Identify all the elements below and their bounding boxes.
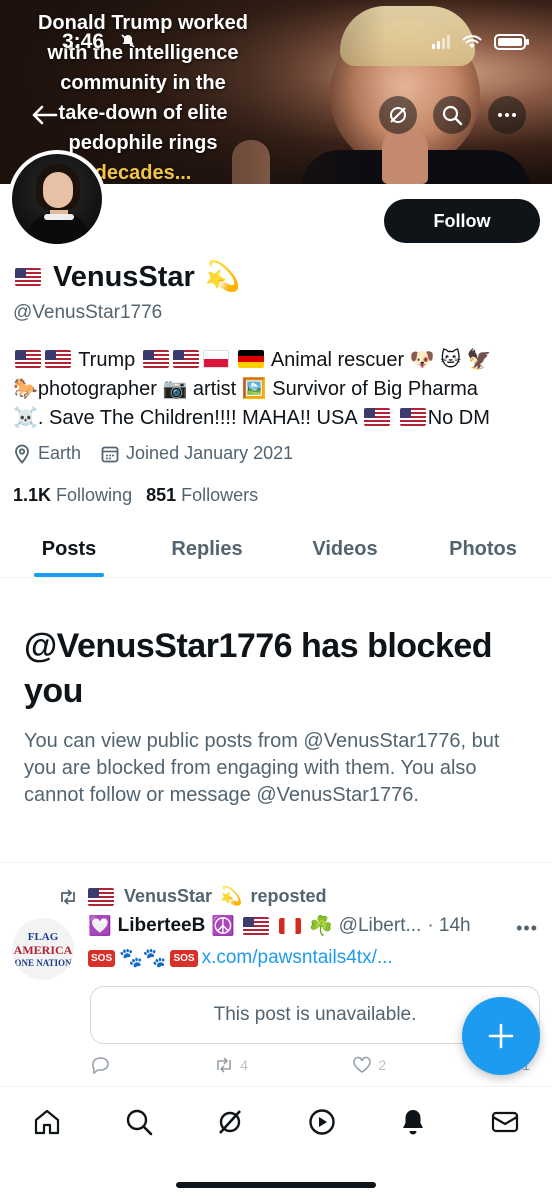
join-date: Joined January 2021 xyxy=(101,443,293,464)
display-name: VenusStar 💫 xyxy=(13,260,241,294)
grok-icon xyxy=(390,107,406,123)
dizzy-emoji: 💫 xyxy=(204,261,241,293)
divider xyxy=(0,862,552,863)
us-flag-icon xyxy=(399,408,426,426)
post-header: 💟 LiberteeB ☮️ ☘️ @Libert... · 14h xyxy=(88,915,471,937)
tab-posts[interactable]: Posts xyxy=(0,522,138,577)
sos-icon: SOS xyxy=(88,949,116,967)
messages-envelope-icon[interactable] xyxy=(488,1105,522,1139)
status-indicators xyxy=(432,34,529,50)
post-more-icon[interactable]: ••• xyxy=(516,918,538,939)
poland-flag-icon xyxy=(202,350,229,368)
tab-videos[interactable]: Videos xyxy=(276,522,414,577)
blocked-title: @VenusStar1776 has blocked you xyxy=(24,627,493,710)
like-button[interactable]: 2 xyxy=(352,1056,386,1074)
followers-link[interactable]: 851 Followers xyxy=(146,485,258,506)
profile-avatar[interactable] xyxy=(8,150,106,248)
us-flag-icon xyxy=(364,408,391,426)
grok-button[interactable] xyxy=(379,96,417,134)
battery-icon xyxy=(494,34,529,50)
post-text: SOS 🐾🐾 SOS x.com/pawsntails4tx/... xyxy=(88,946,393,970)
us-flag-icon xyxy=(45,350,71,368)
us-flag-icon xyxy=(242,917,269,935)
repost-icon xyxy=(217,1057,232,1073)
compose-post-button[interactable] xyxy=(462,997,540,1075)
bio-line-2: 🐎photographer 📷 artist 🖼️ Survivor of Bi… xyxy=(13,378,478,400)
us-flag-icon xyxy=(172,350,199,368)
home-icon[interactable] xyxy=(30,1105,64,1139)
search-icon[interactable] xyxy=(122,1105,156,1139)
germany-flag-icon xyxy=(238,350,265,368)
us-flag-icon xyxy=(15,268,41,286)
sos-icon: SOS xyxy=(170,949,198,967)
avatar-photo xyxy=(12,154,102,244)
bio-line-3: ☠️. Save The Children!!!! MAHA!! USA No … xyxy=(13,407,490,429)
profile-handle: @VenusStar1776 xyxy=(13,302,163,323)
profile-meta: Earth Joined January 2021 xyxy=(13,443,293,464)
us-flag-icon xyxy=(142,350,169,368)
tab-photos[interactable]: Photos xyxy=(414,522,552,577)
location: Earth xyxy=(13,443,81,464)
reply-button[interactable] xyxy=(90,1056,110,1074)
follow-stats: 1.1K Following 851 Followers xyxy=(13,485,258,506)
heart-icon xyxy=(353,1056,372,1073)
profile-tabs: Posts Replies Videos Photos xyxy=(0,522,552,578)
plus-icon xyxy=(488,1023,514,1049)
location-pin-icon xyxy=(15,444,29,464)
wifi-icon xyxy=(462,35,482,48)
back-arrow-icon[interactable] xyxy=(26,97,62,133)
repost-icon xyxy=(61,888,75,905)
blocked-description: You can view public posts from @VenusSta… xyxy=(24,730,500,806)
post-link[interactable]: x.com/pawsntails4tx/... xyxy=(202,947,393,969)
post-author-name[interactable]: LiberteeB xyxy=(118,915,206,937)
us-flag-icon xyxy=(88,887,114,906)
repost-button[interactable]: 4 xyxy=(214,1056,248,1074)
status-time: 3:46 xyxy=(62,30,105,53)
follow-button[interactable]: Follow xyxy=(384,199,540,243)
more-dots-icon xyxy=(498,113,516,117)
search-button[interactable] xyxy=(433,96,471,134)
grok-icon[interactable] xyxy=(213,1105,247,1139)
bio-line-1: Trump Animal rescuer 🐶 🐱 🦅 xyxy=(13,346,543,375)
post-author-avatar[interactable]: FLAG AMERICA ONE NATION xyxy=(12,918,74,980)
home-indicator[interactable] xyxy=(176,1182,376,1188)
post-actions: 4 2 31 xyxy=(90,1056,530,1074)
profile-bio: Trump Animal rescuer 🐶 🐱 🦅 🐎photographer… xyxy=(13,346,543,433)
cell-signal-icon xyxy=(432,35,450,49)
following-link[interactable]: 1.1K Following xyxy=(13,485,132,506)
reply-icon xyxy=(92,1057,109,1074)
canada-flag-icon xyxy=(278,918,301,934)
more-options-button[interactable] xyxy=(488,96,526,134)
post-author-handle[interactable]: @Libert... xyxy=(339,915,422,937)
search-icon xyxy=(442,105,463,126)
post-time: · 14h xyxy=(427,915,471,936)
bottom-navigation xyxy=(0,1086,552,1200)
us-flag-icon xyxy=(15,350,41,368)
video-play-icon[interactable] xyxy=(305,1105,339,1139)
repost-indicator: VenusStar 💫 reposted xyxy=(58,886,327,907)
notifications-bell-icon[interactable] xyxy=(396,1105,430,1139)
calendar-icon xyxy=(101,446,119,462)
silent-bell-icon xyxy=(120,33,136,54)
tab-replies[interactable]: Replies xyxy=(138,522,276,577)
